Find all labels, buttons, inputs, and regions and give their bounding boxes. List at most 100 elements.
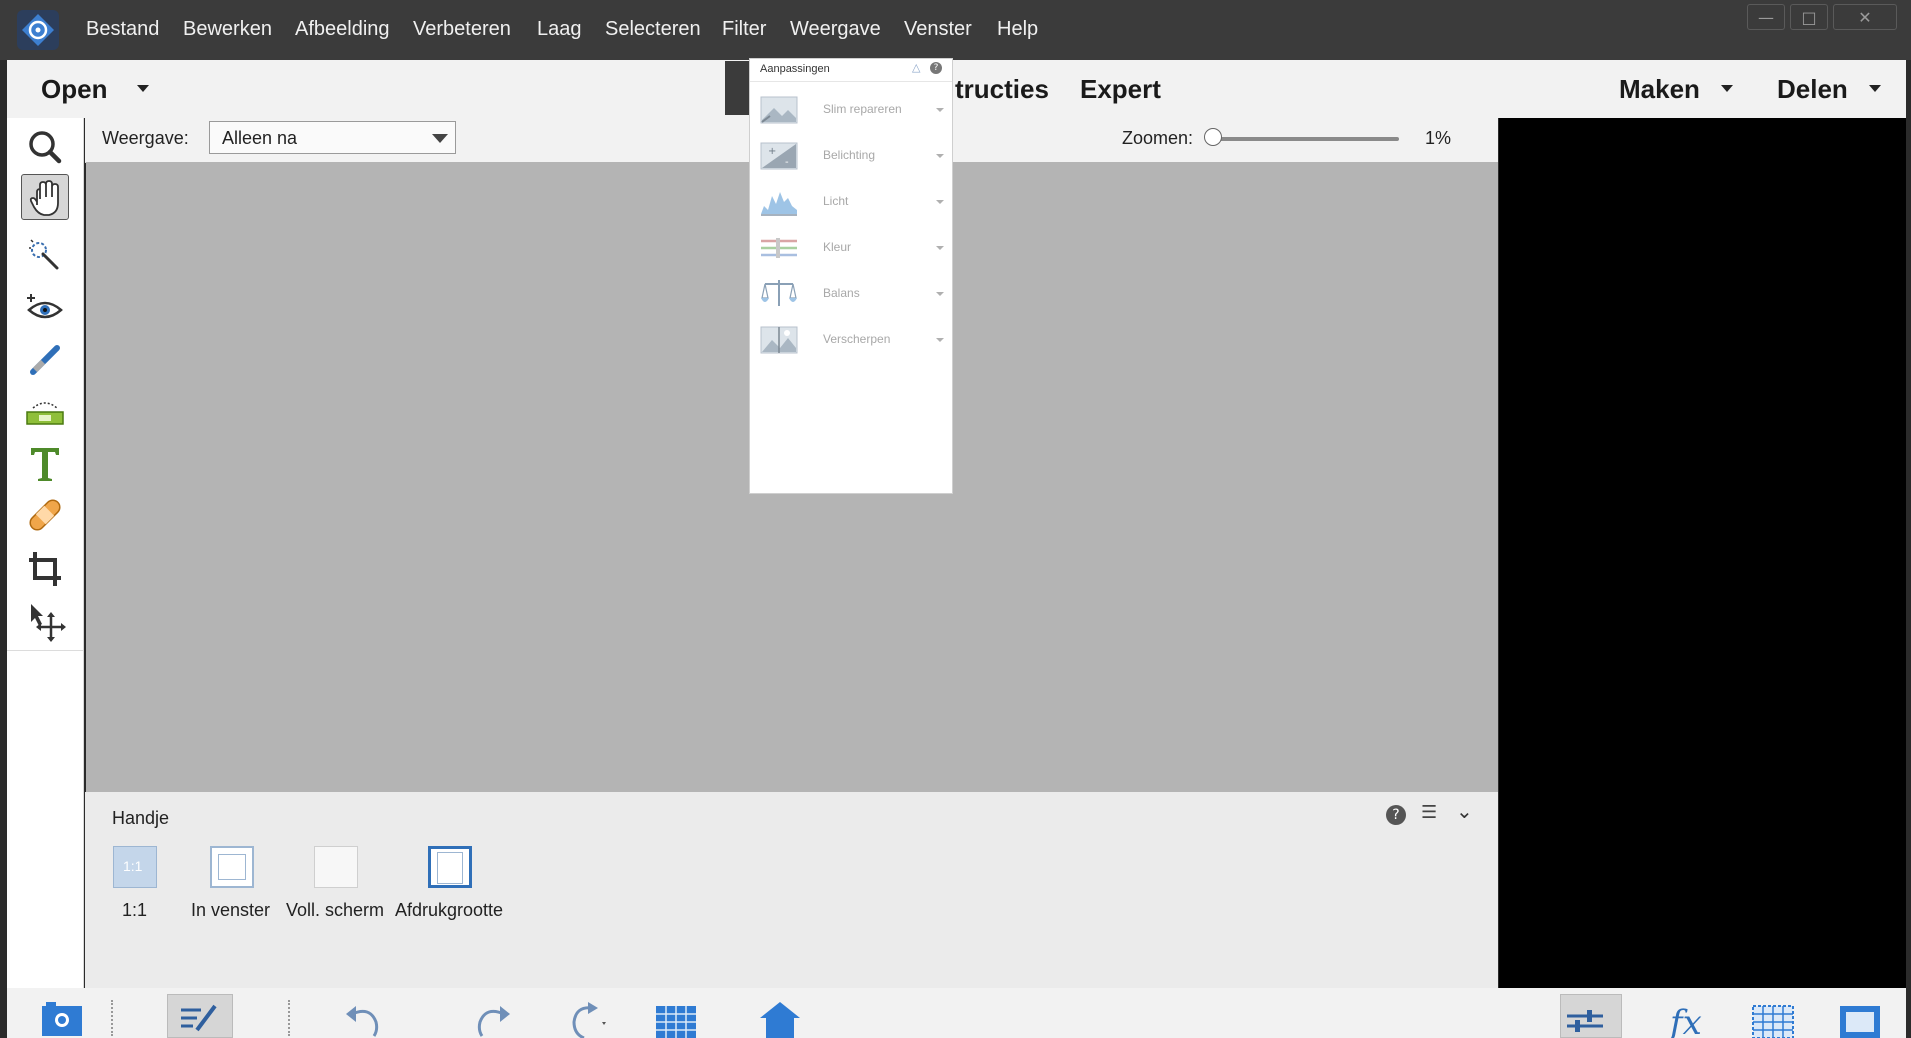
svg-text:fx: fx <box>1667 1003 1702 1038</box>
share-button[interactable]: Delen <box>1777 74 1848 105</box>
zoom-slider[interactable] <box>1209 137 1399 141</box>
menu-help[interactable]: Help <box>997 18 1038 41</box>
adjustments-title: Aanpassingen <box>760 63 830 75</box>
adj-item-label: Kleur <box>823 240 852 254</box>
mode-bar: Open tructies Expert Maken Delen <box>7 60 1906 118</box>
menu-verbeteren[interactable]: Verbeteren <box>413 18 511 41</box>
mode-guided-tab[interactable]: tructies <box>955 74 1049 105</box>
rotate-icon[interactable] <box>562 996 610 1038</box>
organizer-icon[interactable] <box>756 996 804 1038</box>
adj-item-label: Licht <box>823 194 849 208</box>
help-icon[interactable]: ? <box>930 62 942 74</box>
photo-bin-icon[interactable] <box>38 996 86 1038</box>
sharpen-icon <box>760 326 798 354</box>
svg-text:-: - <box>785 157 789 168</box>
color-icon <box>761 238 797 258</box>
chevron-down-icon <box>936 338 944 342</box>
frames-icon[interactable] <box>1836 996 1884 1038</box>
chevron-down-icon <box>936 292 944 296</box>
tool-divider <box>7 650 83 651</box>
adjustments-panel: Aanpassingen △ ? Slim repareren + - Belic… <box>749 58 953 494</box>
adj-item-exposure[interactable]: + - Belichting <box>750 134 952 180</box>
lighting-icon <box>761 192 797 216</box>
open-dropdown-icon[interactable] <box>137 85 149 92</box>
adjustments-icon[interactable] <box>1561 996 1609 1038</box>
hand-icon[interactable] <box>21 174 69 220</box>
menu-bestand[interactable]: Bestand <box>86 18 159 41</box>
undo-icon[interactable] <box>340 996 388 1038</box>
zoom-value: 1% <box>1425 128 1452 148</box>
zoom-icon[interactable] <box>21 124 69 170</box>
chevron-down-icon <box>936 154 944 158</box>
print-size-button[interactable] <box>428 846 472 888</box>
eye-icon[interactable] <box>21 286 69 332</box>
redo-icon[interactable] <box>468 996 516 1038</box>
menu-laag[interactable]: Laag <box>537 18 582 41</box>
fit-in-window-button[interactable] <box>210 846 254 888</box>
smart-fix-icon <box>760 96 798 124</box>
tool-options-icon[interactable] <box>175 996 223 1038</box>
brush-icon[interactable] <box>21 336 69 382</box>
exposure-icon: +- <box>760 142 798 170</box>
collapse-panel-icon[interactable]: ⌄ <box>1456 799 1473 823</box>
zoom-label: Zoomen: <box>1122 128 1194 148</box>
fit-window-icon <box>218 854 246 880</box>
view-label: Weergave: <box>102 128 189 148</box>
menu-afbeelding[interactable]: Afbeelding <box>295 18 390 41</box>
collapse-icon[interactable]: △ <box>912 61 920 74</box>
chevron-down-icon <box>432 134 448 143</box>
chevron-down-icon <box>936 108 944 112</box>
level-icon[interactable] <box>21 388 69 434</box>
preset-1to1-button[interactable]: 1:1 <box>113 846 157 888</box>
view-dropdown[interactable]: Alleen na <box>209 121 456 154</box>
adj-item-lighting[interactable]: Licht <box>750 180 952 226</box>
crop-icon[interactable] <box>21 546 69 592</box>
panel-menu-icon[interactable]: ☰ <box>1421 802 1437 823</box>
textures-icon[interactable] <box>1749 996 1797 1038</box>
quick-select-icon[interactable] <box>21 232 69 278</box>
layout-icon[interactable] <box>652 996 700 1038</box>
balance-icon <box>761 280 797 306</box>
help-icon[interactable]: ? <box>1386 805 1406 825</box>
tool-options-title: Handje <box>112 808 170 828</box>
fill-screen-button[interactable] <box>314 846 358 888</box>
mode-expert-tab[interactable]: Expert <box>1080 74 1161 105</box>
menu-venster[interactable]: Venster <box>904 18 972 41</box>
restore-icon[interactable]: □ <box>1790 4 1828 30</box>
preset-label: Afdrukgrootte <box>395 900 504 920</box>
menu-bar: Bestand Bewerken Afbeelding Verbeteren L… <box>0 0 1911 60</box>
make-button[interactable]: Maken <box>1619 74 1700 105</box>
preset-label: In venster <box>191 900 271 920</box>
move-icon[interactable] <box>21 598 69 644</box>
adj-item-smart-fix[interactable]: Slim repareren <box>750 88 952 134</box>
mode-tab-dark <box>725 61 749 115</box>
adjustments-header: Aanpassingen △ ? <box>750 59 952 82</box>
view-dropdown-value: Alleen na <box>222 128 298 148</box>
open-button[interactable]: Open <box>41 74 107 105</box>
effects-icon[interactable]: fx <box>1664 996 1712 1038</box>
menu-selecteren[interactable]: Selecteren <box>605 18 701 41</box>
minimize-icon[interactable]: — <box>1747 4 1785 30</box>
chevron-down-icon <box>936 246 944 250</box>
share-dropdown-icon[interactable] <box>1869 85 1881 92</box>
adj-item-label: Verscherpen <box>823 332 891 346</box>
menu-weergave[interactable]: Weergave <box>790 18 881 41</box>
adj-item-sharpen[interactable]: Verscherpen <box>750 318 952 364</box>
tool-options-panel: Handje ? ☰ ⌄ <box>85 792 1498 988</box>
print-size-icon <box>437 852 463 884</box>
divider <box>111 1000 114 1036</box>
make-dropdown-icon[interactable] <box>1721 85 1733 92</box>
adj-item-label: Balans <box>823 286 860 300</box>
tool-panel <box>7 118 84 988</box>
app-logo-icon[interactable] <box>14 9 64 51</box>
close-icon[interactable]: ✕ <box>1833 4 1897 30</box>
menu-filter[interactable]: Filter <box>722 18 766 41</box>
type-icon[interactable] <box>21 440 69 486</box>
adj-item-color[interactable]: Kleur <box>750 226 952 272</box>
adj-item-balance[interactable]: Balans <box>750 272 952 318</box>
healing-icon[interactable] <box>21 492 69 538</box>
zoom-slider-thumb[interactable] <box>1203 128 1222 146</box>
preset-1to1-icon-text: 1:1 <box>123 858 143 874</box>
preset-label: Voll. scherm <box>286 900 385 920</box>
menu-bewerken[interactable]: Bewerken <box>183 18 272 41</box>
